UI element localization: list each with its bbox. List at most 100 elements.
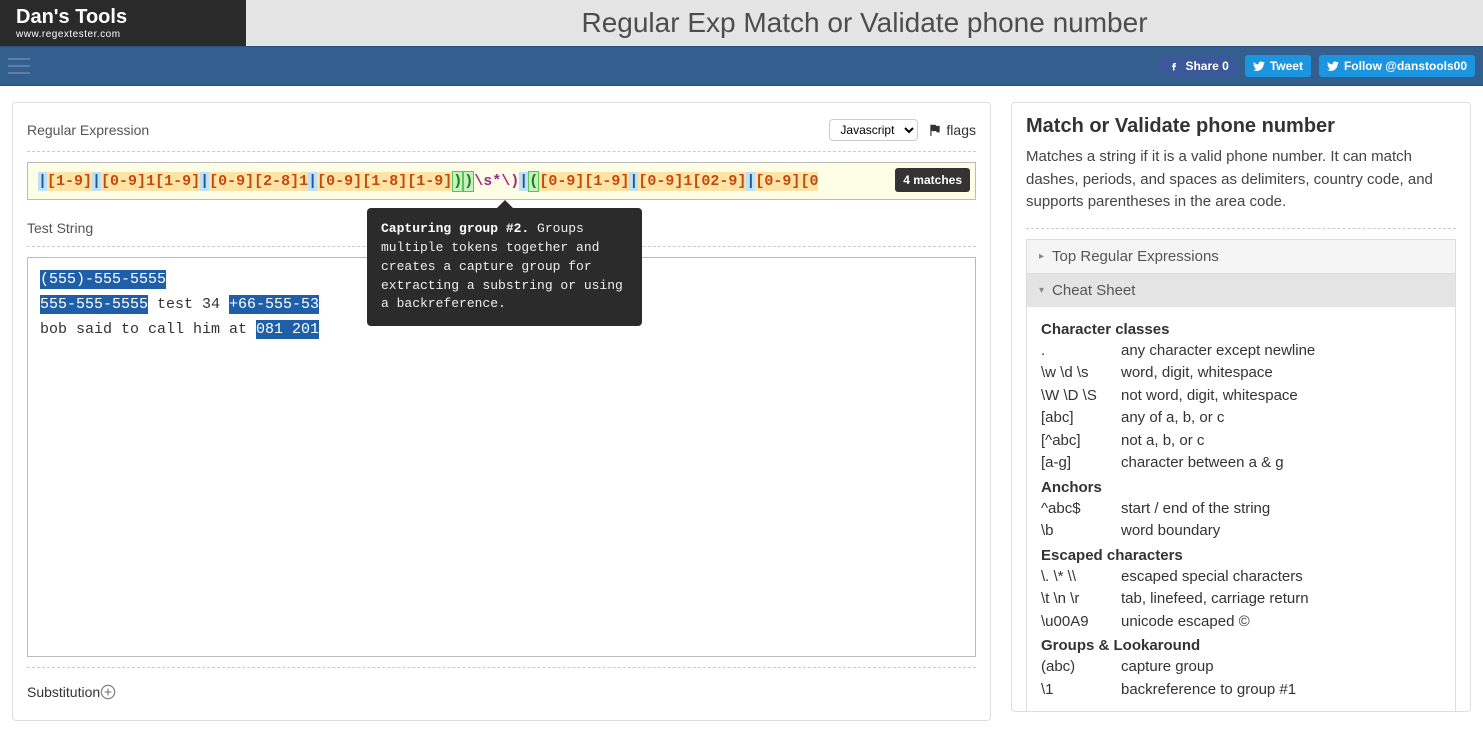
regex-token[interactable]: [1-9]	[155, 172, 200, 191]
test-string-label: Test String	[27, 220, 93, 236]
regex-token[interactable]: [0-9]	[209, 172, 254, 191]
regex-token[interactable]: [0-9]	[755, 172, 800, 191]
editor-panel: Regular Expression Javascript flags |[1-…	[12, 102, 991, 721]
accordion-cheat-sheet[interactable]: ▾ Cheat Sheet	[1027, 274, 1455, 307]
cheat-sheet-body: Character classes.any character except n…	[1027, 307, 1455, 712]
cheat-key: [^abc]	[1041, 430, 1121, 453]
cheat-value: not a, b, or c	[1121, 430, 1441, 453]
fb-share-count: 0	[1222, 59, 1229, 73]
cheat-row: [abc]any of a, b, or c	[1041, 407, 1441, 430]
tooltip-title: Capturing group #2.	[381, 221, 529, 236]
cheat-key: \. \* \\	[1041, 566, 1121, 589]
flavor-select[interactable]: Javascript	[829, 119, 918, 141]
regex-token[interactable]: [2-8]	[254, 172, 299, 191]
match-count-badge: 4 matches	[895, 168, 970, 192]
regex-token[interactable]: [1-9]	[407, 172, 452, 191]
cheat-value: escaped special characters	[1121, 566, 1441, 589]
facebook-share-button[interactable]: Share 0	[1160, 55, 1236, 77]
cheat-row: \w \d \sword, digit, whitespace	[1041, 362, 1441, 385]
sidebar-description: Matches a string if it is a valid phone …	[1026, 146, 1456, 214]
regex-token[interactable]: [0-9]	[638, 172, 683, 191]
test-text: test 34	[148, 296, 229, 313]
menu-icon[interactable]	[8, 58, 30, 74]
navbar: Share 0 Tweet Follow @danstools00	[0, 46, 1483, 86]
regex-token[interactable]: [0-9]	[317, 172, 362, 191]
cheat-key: [a-g]	[1041, 452, 1121, 475]
regex-token[interactable]: [1-9]	[584, 172, 629, 191]
cheat-key: ^abc$	[1041, 498, 1121, 521]
regex-token[interactable]: 1	[146, 172, 155, 191]
regex-token[interactable]: |	[746, 172, 755, 191]
cheat-key: [abc]	[1041, 407, 1121, 430]
twitter-tweet-button[interactable]: Tweet	[1245, 55, 1311, 77]
cheat-value: any character except newline	[1121, 340, 1441, 363]
regex-token[interactable]: [0-9]	[539, 172, 584, 191]
accordion-cheat-label: Cheat Sheet	[1052, 282, 1135, 299]
regex-token[interactable]: 1	[299, 172, 308, 191]
brand-subtitle: www.regextester.com	[16, 29, 246, 40]
cheat-value: capture group	[1121, 656, 1441, 679]
brand-title: Dan's Tools	[16, 7, 246, 27]
accordion-top-label: Top Regular Expressions	[1052, 248, 1219, 265]
cheat-row: \bword boundary	[1041, 520, 1441, 543]
cheat-row: ^abc$start / end of the string	[1041, 498, 1441, 521]
regex-input[interactable]: |[1-9]|[0-9]1[1-9]|[0-9][2-8]1|[0-9][1-8…	[27, 162, 976, 200]
cheat-row: [a-g]character between a & g	[1041, 452, 1441, 475]
match-highlight: +66-555-53	[229, 295, 319, 314]
regex-token[interactable]: |	[308, 172, 317, 191]
cheat-key: \u00A9	[1041, 611, 1121, 634]
cheat-section-header: Escaped characters	[1041, 547, 1441, 564]
cheat-row: \W \D \Snot word, digit, whitespace	[1041, 385, 1441, 408]
regex-token[interactable]: [1-9]	[47, 172, 92, 191]
regex-token[interactable]: (	[528, 171, 539, 192]
regex-token[interactable]: [0	[800, 172, 818, 191]
cheat-row: [^abc]not a, b, or c	[1041, 430, 1441, 453]
cheat-row: \t \n \rtab, linefeed, carriage return	[1041, 588, 1441, 611]
add-substitution-icon[interactable]	[100, 684, 116, 700]
cheat-value: tab, linefeed, carriage return	[1121, 588, 1441, 611]
regex-token[interactable]: |	[38, 172, 47, 191]
match-highlight: 555-555-5555	[40, 295, 148, 314]
regex-token[interactable]: |	[629, 172, 638, 191]
cheat-value: unicode escaped ©	[1121, 611, 1441, 634]
cheat-key: \W \D \S	[1041, 385, 1121, 408]
cheat-key: .	[1041, 340, 1121, 363]
cheat-value: word boundary	[1121, 520, 1441, 543]
match-highlight: (555)-555-5555	[40, 270, 166, 289]
regex-token[interactable]: )	[463, 171, 474, 192]
cheat-key: \w \d \s	[1041, 362, 1121, 385]
flags-label: flags	[946, 122, 976, 138]
regex-token[interactable]: \s*	[474, 172, 501, 191]
regex-token[interactable]: [0-9]	[101, 172, 146, 191]
substitution-label: Substitution	[27, 684, 100, 700]
fb-share-label: Share	[1185, 59, 1218, 73]
regex-token[interactable]: |	[519, 172, 528, 191]
tw-follow-label: Follow @danstools00	[1344, 59, 1467, 73]
twitter-follow-button[interactable]: Follow @danstools00	[1319, 55, 1475, 77]
regex-token[interactable]: [02-9]	[692, 172, 746, 191]
accordion-top-regex[interactable]: ▸ Top Regular Expressions	[1027, 240, 1455, 273]
cheat-value: any of a, b, or c	[1121, 407, 1441, 430]
cheat-section-header: Character classes	[1041, 321, 1441, 338]
flags-toggle[interactable]: flags	[928, 122, 976, 138]
cheat-value: word, digit, whitespace	[1121, 362, 1441, 385]
match-highlight: 081 201	[256, 320, 319, 339]
cheat-row: .any character except newline	[1041, 340, 1441, 363]
regex-label: Regular Expression	[27, 122, 149, 138]
cheat-row: \. \* \\escaped special characters	[1041, 566, 1441, 589]
cheat-key: \t \n \r	[1041, 588, 1121, 611]
brand-logo[interactable]: Dan's Tools www.regextester.com	[0, 0, 246, 46]
regex-token[interactable]: )	[452, 171, 463, 192]
chevron-right-icon: ▸	[1039, 251, 1044, 262]
cheat-row: (abc)capture group	[1041, 656, 1441, 679]
regex-token[interactable]: |	[200, 172, 209, 191]
regex-token[interactable]: |	[92, 172, 101, 191]
sidebar-panel: Match or Validate phone number Matches a…	[1011, 102, 1471, 712]
regex-token[interactable]: [1-8]	[362, 172, 407, 191]
regex-token[interactable]: \)	[501, 172, 519, 191]
cheat-value: not word, digit, whitespace	[1121, 385, 1441, 408]
cheat-section-header: Groups & Lookaround	[1041, 637, 1441, 654]
cheat-key: \1	[1041, 679, 1121, 702]
regex-token[interactable]: 1	[683, 172, 692, 191]
sidebar-title: Match or Validate phone number	[1026, 115, 1456, 138]
